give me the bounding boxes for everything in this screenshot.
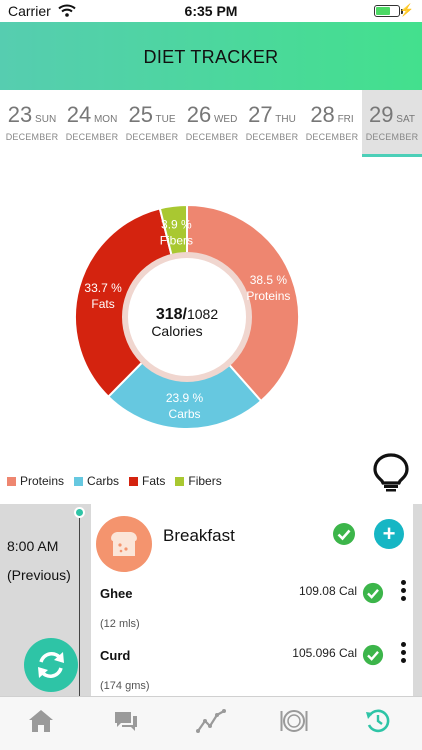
donut-svg: 318/1082 Calories 38.5 % Proteins 23.9 % Ca… (74, 203, 300, 430)
lightbulb-icon[interactable] (370, 452, 412, 497)
legend-item-proteins: Proteins (7, 474, 64, 488)
legend-label: Proteins (20, 474, 65, 488)
check-circle-icon[interactable] (362, 582, 384, 609)
date-month: DECEMBER (185, 132, 239, 142)
date-weekday: SAT (393, 114, 415, 125)
date-month: DECEMBER (65, 132, 119, 142)
date-month: DECEMBER (125, 132, 179, 142)
time-column: 8:00 AM (Previous) (0, 504, 80, 696)
scroll-edge (413, 504, 422, 696)
chat-icon (115, 712, 137, 731)
tab-progress[interactable] (191, 703, 231, 739)
food-calories: 105.096 Cal (292, 646, 357, 660)
date-item-29[interactable]: 29 SAT DECEMBER (362, 90, 422, 157)
status-time: 6:35 PM (184, 3, 238, 19)
date-month: DECEMBER (365, 132, 419, 142)
date-number: 25 (128, 102, 153, 127)
date-number: 29 (369, 102, 394, 127)
timeline-dot (74, 507, 85, 518)
add-food-button[interactable]: + (374, 519, 404, 549)
tab-bar (0, 696, 422, 750)
battery-icon (374, 5, 403, 17)
slice-name-label: Fibers (160, 234, 193, 248)
meal-time-note: (Previous) (7, 567, 71, 583)
date-weekday: TUE (152, 114, 176, 125)
date-number: 23 (7, 102, 33, 127)
meal-title: Breakfast (163, 526, 235, 545)
slice-percent-label: 23.9 % (166, 391, 204, 405)
food-name: Ghee (100, 586, 133, 601)
date-number: 26 (186, 102, 212, 127)
timeline-line (79, 514, 80, 696)
date-item-28[interactable]: 28 FRI DECEMBER (302, 90, 362, 157)
date-strip[interactable]: 23 SUN DECEMBER 24 MON DECEMBER 25 TUE DECEMB… (0, 90, 422, 157)
slice-percent-label: 3.9 % (161, 218, 192, 232)
date-item-24[interactable]: 24 MON DECEMBER (62, 90, 122, 157)
legend-swatch (129, 476, 139, 486)
slice-name-label: Fats (91, 297, 114, 311)
date-weekday: WED (211, 114, 238, 125)
bread-icon (96, 516, 152, 572)
macro-donut-chart: 318/1082 Calories 38.5 % Proteins 23.9 % Ca… (0, 190, 422, 450)
app-header: DIET TRACKER (0, 22, 422, 90)
tab-chat[interactable] (106, 703, 146, 739)
slice-name-label: Carbs (169, 407, 201, 421)
date-item-23[interactable]: 23 SUN DECEMBER (2, 90, 62, 157)
chart-legend: Proteins Carbs Fats Fibers (7, 474, 222, 488)
slice-name-label: Proteins (246, 289, 290, 303)
calorie-count: 318/1082 (156, 306, 218, 323)
check-circle-icon[interactable] (362, 644, 384, 671)
date-month: DECEMBER (305, 132, 359, 142)
graph-icon (196, 709, 226, 733)
food-name: Curd (100, 648, 131, 663)
sync-icon (38, 652, 64, 678)
food-calories: 109.08 Cal (298, 584, 357, 598)
legend-label: Fibers (188, 474, 222, 488)
date-item-27[interactable]: 27 THU DECEMBER (242, 90, 302, 157)
date-weekday: FRI (334, 114, 354, 125)
date-weekday: THU (272, 114, 296, 125)
charging-icon: ⚡ (399, 3, 414, 17)
legend-swatch (7, 476, 16, 486)
food-quantity: (12 mls) (100, 618, 140, 630)
status-bar: Carrier 6:35 PM ⚡ (0, 0, 422, 22)
meal-check-icon[interactable] (332, 522, 356, 551)
date-weekday: MON (91, 114, 118, 125)
date-number: 28 (310, 102, 335, 127)
calorie-unit: Calories (151, 323, 202, 339)
legend-swatch (175, 476, 185, 486)
slice-percent-label: 33.7 % (84, 281, 122, 295)
tab-meals[interactable] (274, 703, 314, 739)
legend-label: Fats (142, 474, 166, 488)
date-month: DECEMBER (245, 132, 299, 142)
date-weekday: SUN (32, 114, 57, 125)
tab-home[interactable] (21, 703, 61, 739)
more-vertical-icon[interactable] (399, 580, 407, 606)
tab-history[interactable] (358, 703, 398, 739)
legend-label: Carbs (87, 474, 120, 488)
legend-swatch (74, 476, 84, 486)
legend-item-fibers: Fibers (175, 474, 222, 488)
history-icon (366, 709, 390, 733)
date-item-26[interactable]: 26 WED DECEMBER (182, 90, 242, 157)
more-vertical-icon[interactable] (399, 642, 407, 668)
legend-item-fats: Fats (129, 474, 165, 488)
slice-percent-label: 38.5 % (250, 273, 288, 287)
meal-time: 8:00 AM (7, 538, 59, 554)
date-number: 24 (66, 102, 92, 127)
legend-item-carbs: Carbs (74, 474, 119, 488)
plus-icon: + (382, 521, 396, 546)
date-item-25[interactable]: 25 TUE DECEMBER (122, 90, 182, 157)
date-number: 27 (248, 102, 273, 127)
sync-button[interactable] (24, 638, 78, 692)
meal-panel: 8:00 AM (Previous) Breakfast + Ghee (12 … (0, 504, 422, 696)
food-quantity: (174 gms) (100, 680, 150, 692)
date-month: DECEMBER (5, 132, 59, 142)
page-title: DIET TRACKER (143, 47, 279, 67)
plate-icon (280, 710, 308, 732)
home-icon (29, 710, 53, 732)
meal-card: Breakfast + Ghee (12 mls) 109.08 Cal Curd (1… (91, 504, 413, 696)
